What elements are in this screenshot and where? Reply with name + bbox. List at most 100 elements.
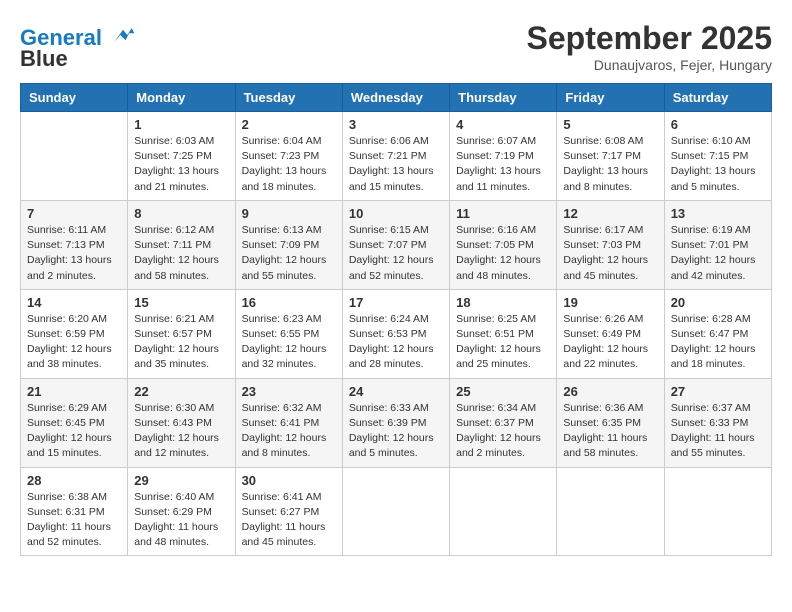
day-info: Sunrise: 6:08 AMSunset: 7:17 PMDaylight:… <box>563 134 657 195</box>
calendar-cell: 10 Sunrise: 6:15 AMSunset: 7:07 PMDayligh… <box>342 200 449 289</box>
day-number: 28 <box>27 473 121 488</box>
calendar-cell: 19 Sunrise: 6:26 AMSunset: 6:49 PMDayligh… <box>557 289 664 378</box>
weekday-header-monday: Monday <box>128 84 235 112</box>
day-number: 7 <box>27 206 121 221</box>
weekday-header-sunday: Sunday <box>21 84 128 112</box>
page-header: General Blue September 2025 Dunaujvaros,… <box>20 20 772 73</box>
calendar-cell <box>450 467 557 556</box>
day-info: Sunrise: 6:41 AMSunset: 6:27 PMDaylight:… <box>242 490 336 551</box>
day-number: 11 <box>456 206 550 221</box>
calendar-cell: 4Sunrise: 6:07 AMSunset: 7:19 PMDaylight… <box>450 112 557 201</box>
calendar-cell: 5 Sunrise: 6:08 AMSunset: 7:17 PMDaylight… <box>557 112 664 201</box>
weekday-header-thursday: Thursday <box>450 84 557 112</box>
calendar-cell: 8Sunrise: 6:12 AMSunset: 7:11 PMDaylight… <box>128 200 235 289</box>
day-number: 30 <box>242 473 336 488</box>
calendar-cell: 17Sunrise: 6:24 AMSunset: 6:53 PMDayligh… <box>342 289 449 378</box>
day-info: Sunrise: 6:23 AMSunset: 6:55 PMDaylight:… <box>242 312 336 373</box>
day-info: Sunrise: 6:16 AMSunset: 7:05 PMDaylight:… <box>456 223 550 284</box>
calendar-cell: 7 Sunrise: 6:11 AMSunset: 7:13 PMDaylight… <box>21 200 128 289</box>
calendar-cell: 21Sunrise: 6:29 AMSunset: 6:45 PMDayligh… <box>21 378 128 467</box>
calendar-cell: 2 Sunrise: 6:04 AMSunset: 7:23 PMDaylight… <box>235 112 342 201</box>
day-info: Sunrise: 6:17 AMSunset: 7:03 PMDaylight:… <box>563 223 657 284</box>
calendar-week-row: 28 Sunrise: 6:38 AMSunset: 6:31 PMDayligh… <box>21 467 772 556</box>
day-info: Sunrise: 6:37 AMSunset: 6:33 PMDaylight:… <box>671 401 765 462</box>
day-number: 6 <box>671 117 765 132</box>
day-info: Sunrise: 6:30 AMSunset: 6:43 PMDaylight:… <box>134 401 228 462</box>
calendar-week-row: 1 Sunrise: 6:03 AMSunset: 7:25 PMDaylight… <box>21 112 772 201</box>
day-number: 29 <box>134 473 228 488</box>
day-info: Sunrise: 6:11 AMSunset: 7:13 PMDaylight:… <box>27 223 121 284</box>
day-number: 24 <box>349 384 443 399</box>
day-info: Sunrise: 6:36 AMSunset: 6:35 PMDaylight:… <box>563 401 657 462</box>
calendar-cell: 22 Sunrise: 6:30 AMSunset: 6:43 PMDayligh… <box>128 378 235 467</box>
day-number: 19 <box>563 295 657 310</box>
day-info: Sunrise: 6:28 AMSunset: 6:47 PMDaylight:… <box>671 312 765 373</box>
calendar-cell: 9 Sunrise: 6:13 AMSunset: 7:09 PMDaylight… <box>235 200 342 289</box>
location-subtitle: Dunaujvaros, Fejer, Hungary <box>527 57 772 73</box>
day-info: Sunrise: 6:12 AMSunset: 7:11 PMDaylight:… <box>134 223 228 284</box>
calendar-cell: 23 Sunrise: 6:32 AMSunset: 6:41 PMDayligh… <box>235 378 342 467</box>
day-number: 9 <box>242 206 336 221</box>
logo-bird-icon <box>110 26 136 44</box>
calendar-cell: 26 Sunrise: 6:36 AMSunset: 6:35 PMDayligh… <box>557 378 664 467</box>
day-info: Sunrise: 6:13 AMSunset: 7:09 PMDaylight:… <box>242 223 336 284</box>
day-number: 15 <box>134 295 228 310</box>
day-info: Sunrise: 6:21 AMSunset: 6:57 PMDaylight:… <box>134 312 228 373</box>
calendar-cell: 20 Sunrise: 6:28 AMSunset: 6:47 PMDayligh… <box>664 289 771 378</box>
day-number: 12 <box>563 206 657 221</box>
day-number: 23 <box>242 384 336 399</box>
weekday-header-wednesday: Wednesday <box>342 84 449 112</box>
day-number: 4 <box>456 117 550 132</box>
calendar-cell: 6 Sunrise: 6:10 AMSunset: 7:15 PMDaylight… <box>664 112 771 201</box>
month-title: September 2025 <box>527 20 772 57</box>
weekday-header-row: SundayMondayTuesdayWednesdayThursdayFrid… <box>21 84 772 112</box>
calendar-cell: 13 Sunrise: 6:19 AMSunset: 7:01 PMDayligh… <box>664 200 771 289</box>
day-info: Sunrise: 6:10 AMSunset: 7:15 PMDaylight:… <box>671 134 765 195</box>
title-block: September 2025 Dunaujvaros, Fejer, Hunga… <box>527 20 772 73</box>
day-number: 1 <box>134 117 228 132</box>
day-number: 20 <box>671 295 765 310</box>
calendar-cell <box>664 467 771 556</box>
calendar-cell <box>342 467 449 556</box>
day-number: 14 <box>27 295 121 310</box>
calendar-cell: 16 Sunrise: 6:23 AMSunset: 6:55 PMDayligh… <box>235 289 342 378</box>
weekday-header-friday: Friday <box>557 84 664 112</box>
calendar-week-row: 7 Sunrise: 6:11 AMSunset: 7:13 PMDaylight… <box>21 200 772 289</box>
day-number: 22 <box>134 384 228 399</box>
day-number: 3 <box>349 117 443 132</box>
day-number: 10 <box>349 206 443 221</box>
day-number: 25 <box>456 384 550 399</box>
day-info: Sunrise: 6:38 AMSunset: 6:31 PMDaylight:… <box>27 490 121 551</box>
day-info: Sunrise: 6:04 AMSunset: 7:23 PMDaylight:… <box>242 134 336 195</box>
day-info: Sunrise: 6:29 AMSunset: 6:45 PMDaylight:… <box>27 401 121 462</box>
day-info: Sunrise: 6:24 AMSunset: 6:53 PMDaylight:… <box>349 312 443 373</box>
weekday-header-saturday: Saturday <box>664 84 771 112</box>
day-number: 16 <box>242 295 336 310</box>
day-info: Sunrise: 6:33 AMSunset: 6:39 PMDaylight:… <box>349 401 443 462</box>
day-number: 2 <box>242 117 336 132</box>
day-info: Sunrise: 6:15 AMSunset: 7:07 PMDaylight:… <box>349 223 443 284</box>
calendar-table: SundayMondayTuesdayWednesdayThursdayFrid… <box>20 83 772 556</box>
day-info: Sunrise: 6:19 AMSunset: 7:01 PMDaylight:… <box>671 223 765 284</box>
calendar-cell: 12 Sunrise: 6:17 AMSunset: 7:03 PMDayligh… <box>557 200 664 289</box>
day-info: Sunrise: 6:32 AMSunset: 6:41 PMDaylight:… <box>242 401 336 462</box>
calendar-cell: 29 Sunrise: 6:40 AMSunset: 6:29 PMDayligh… <box>128 467 235 556</box>
calendar-cell: 30 Sunrise: 6:41 AMSunset: 6:27 PMDayligh… <box>235 467 342 556</box>
day-info: Sunrise: 6:03 AMSunset: 7:25 PMDaylight:… <box>134 134 228 195</box>
weekday-header-tuesday: Tuesday <box>235 84 342 112</box>
day-info: Sunrise: 6:26 AMSunset: 6:49 PMDaylight:… <box>563 312 657 373</box>
calendar-cell: 1 Sunrise: 6:03 AMSunset: 7:25 PMDaylight… <box>128 112 235 201</box>
calendar-cell: 27Sunrise: 6:37 AMSunset: 6:33 PMDayligh… <box>664 378 771 467</box>
calendar-cell: 24 Sunrise: 6:33 AMSunset: 6:39 PMDayligh… <box>342 378 449 467</box>
day-info: Sunrise: 6:40 AMSunset: 6:29 PMDaylight:… <box>134 490 228 551</box>
day-number: 26 <box>563 384 657 399</box>
day-info: Sunrise: 6:20 AMSunset: 6:59 PMDaylight:… <box>27 312 121 373</box>
calendar-cell <box>557 467 664 556</box>
calendar-cell: 11 Sunrise: 6:16 AMSunset: 7:05 PMDayligh… <box>450 200 557 289</box>
calendar-week-row: 21Sunrise: 6:29 AMSunset: 6:45 PMDayligh… <box>21 378 772 467</box>
day-info: Sunrise: 6:06 AMSunset: 7:21 PMDaylight:… <box>349 134 443 195</box>
day-number: 13 <box>671 206 765 221</box>
day-number: 5 <box>563 117 657 132</box>
calendar-cell: 15 Sunrise: 6:21 AMSunset: 6:57 PMDayligh… <box>128 289 235 378</box>
calendar-cell: 25Sunrise: 6:34 AMSunset: 6:37 PMDayligh… <box>450 378 557 467</box>
